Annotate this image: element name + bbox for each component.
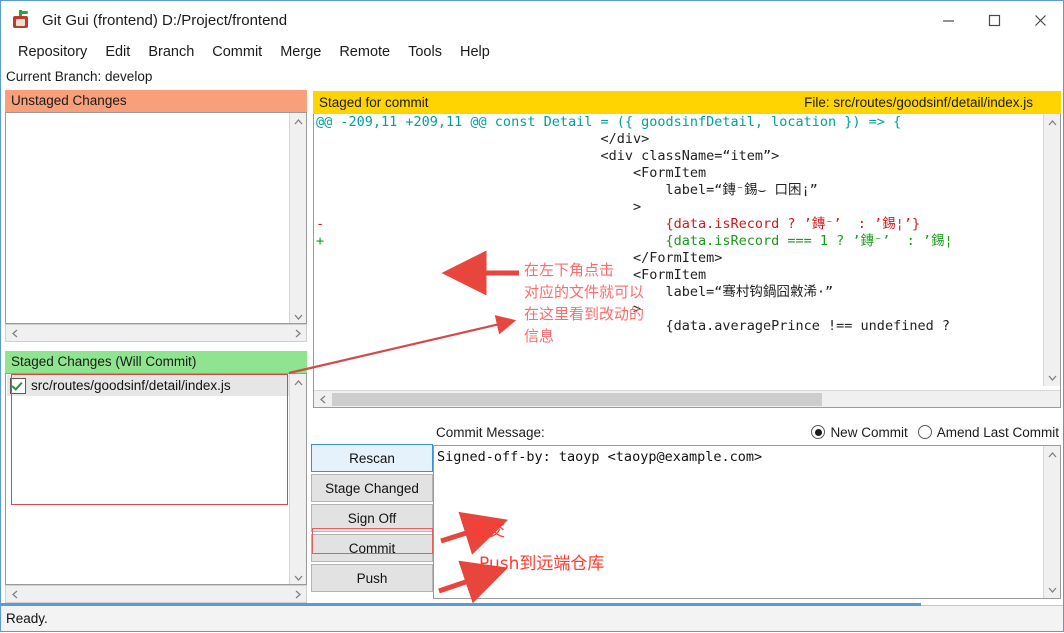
diff-text-area[interactable]: @@ -209,11 +209,11 @@ const Detail = ({ …	[314, 114, 1042, 386]
staged-vertical-scrollbar[interactable]	[289, 374, 306, 584]
diff-line: </div>	[316, 131, 650, 147]
scroll-up-icon[interactable]	[1044, 114, 1060, 131]
staged-file-name: src/routes/goodsinf/detail/index.js	[31, 378, 231, 393]
maximize-icon[interactable]	[971, 1, 1017, 39]
rescan-button[interactable]: Rescan	[311, 444, 433, 472]
unstaged-vertical-scrollbar[interactable]	[289, 113, 306, 323]
diff-status-label: Staged for commit	[319, 95, 429, 110]
scroll-right-icon[interactable]	[289, 325, 306, 342]
status-bar: Ready.	[1, 603, 1063, 631]
unstaged-changes-panel: Unstaged Changes	[5, 90, 307, 342]
current-branch-bar: Current Branch: develop	[6, 68, 153, 84]
menu-item-remote[interactable]: Remote	[330, 44, 399, 60]
diff-body[interactable]: @@ -209,11 +209,11 @@ const Detail = ({ …	[313, 114, 1061, 408]
menu-item-repository[interactable]: Repository	[9, 44, 96, 60]
diff-line: <FormItem	[316, 267, 707, 283]
radio-new-commit-label: New Commit	[830, 424, 908, 440]
commit-message-label: Commit Message:	[436, 424, 545, 440]
status-text: Ready.	[6, 611, 48, 626]
file-checkbox-icon[interactable]	[10, 377, 26, 394]
commit-message-input[interactable]: Signed-off-by: taoyp <taoyp@example.com>	[433, 445, 1061, 599]
diff-line: </FormItem>	[316, 250, 723, 266]
menu-item-help[interactable]: Help	[451, 44, 499, 60]
unstaged-horizontal-scrollbar[interactable]	[5, 324, 307, 342]
commit-message-area: Commit Message: New Commit Amend Last Co…	[433, 421, 1061, 599]
diff-line: <div className=“item”>	[316, 148, 780, 164]
status-progress-bar	[1, 603, 921, 606]
scroll-down-icon[interactable]	[290, 308, 306, 323]
menu-item-branch[interactable]: Branch	[139, 44, 203, 60]
git-gui-icon	[10, 9, 32, 31]
unstaged-changes-header: Unstaged Changes	[5, 90, 307, 112]
sign-off-button[interactable]: Sign Off	[311, 504, 433, 532]
diff-line: >	[316, 301, 642, 317]
radio-amend-last-commit-label: Amend Last Commit	[936, 424, 1059, 440]
scroll-down-icon[interactable]	[1044, 369, 1060, 386]
commit-mode-group: New Commit Amend Last Commit	[811, 425, 1061, 440]
window-controls	[925, 1, 1063, 39]
commit-button[interactable]: Commit	[311, 534, 433, 562]
staged-horizontal-scrollbar[interactable]	[5, 585, 307, 603]
diff-hscroll-thumb[interactable]	[332, 393, 822, 406]
menu-bar: Repository Edit Branch Commit Merge Remo…	[1, 39, 1063, 64]
radio-new-commit[interactable]: New Commit	[811, 424, 908, 440]
menu-item-tools[interactable]: Tools	[399, 44, 451, 60]
scroll-down-icon[interactable]	[1044, 581, 1060, 598]
stage-changed-button[interactable]: Stage Changed	[311, 474, 433, 502]
scroll-left-icon[interactable]	[6, 325, 23, 342]
diff-horizontal-scrollbar[interactable]	[314, 390, 1060, 407]
staged-changes-header: Staged Changes (Will Commit)	[5, 351, 307, 373]
close-icon[interactable]	[1017, 1, 1063, 39]
commit-message-value: Signed-off-by: taoyp <taoyp@example.com>	[437, 449, 763, 465]
radio-dot-icon	[811, 425, 826, 439]
diff-line: <FormItem	[316, 165, 707, 181]
scroll-down-icon[interactable]	[290, 569, 306, 584]
scroll-up-icon[interactable]	[290, 374, 306, 391]
scroll-left-icon[interactable]	[314, 391, 331, 407]
diff-line: @@ -209,11 +209,11 @@ const Detail = ({ …	[316, 114, 902, 130]
window-title: Git Gui (frontend) D:/Project/frontend	[42, 11, 288, 29]
scroll-up-icon[interactable]	[290, 113, 306, 130]
title-bar: Git Gui (frontend) D:/Project/frontend	[1, 1, 1063, 39]
diff-vertical-scrollbar[interactable]	[1043, 114, 1060, 386]
diff-line: label=“鏄⁻錫⌣ 口困¡”	[316, 182, 818, 198]
scroll-right-icon[interactable]	[289, 586, 306, 603]
menu-item-edit[interactable]: Edit	[96, 44, 139, 60]
minimize-icon[interactable]	[925, 1, 971, 39]
staged-file-list[interactable]: src/routes/goodsinf/detail/index.js	[5, 373, 307, 585]
diff-line: label=“骞村钩鍋囧敹浠·”	[316, 284, 834, 300]
diff-line: >	[316, 199, 642, 215]
menu-item-merge[interactable]: Merge	[271, 44, 330, 60]
radio-dot-icon	[917, 425, 932, 439]
diff-file-label: File: src/routes/goodsinf/detail/index.j…	[804, 95, 1033, 110]
radio-amend-last-commit[interactable]: Amend Last Commit	[917, 424, 1059, 440]
git-gui-window: Git Gui (frontend) D:/Project/frontend R…	[0, 0, 1064, 632]
scroll-left-icon[interactable]	[6, 586, 23, 603]
unstaged-file-list[interactable]	[5, 112, 307, 324]
push-button[interactable]: Push	[311, 564, 433, 592]
diff-panel: Staged for commit File: src/routes/goods…	[313, 91, 1061, 408]
diff-line: + {data.isRecord === 1 ? ’鏄⁻’ : ’錫¦	[316, 233, 953, 249]
list-item[interactable]: src/routes/goodsinf/detail/index.js	[7, 375, 290, 396]
diff-header: Staged for commit File: src/routes/goods…	[313, 91, 1061, 114]
menu-item-commit[interactable]: Commit	[203, 44, 271, 60]
scroll-up-icon[interactable]	[1044, 446, 1060, 463]
commit-vertical-scrollbar[interactable]	[1043, 446, 1060, 598]
diff-line: - {data.isRecord ? ’鏄⁻’ : ’錫¦’}	[316, 216, 921, 232]
commit-message-header: Commit Message: New Commit Amend Last Co…	[433, 421, 1061, 443]
action-buttons: Rescan Stage Changed Sign Off Commit Pus…	[311, 444, 433, 596]
diff-line: {data.averagePrince !== undefined ?	[316, 318, 950, 334]
staged-changes-panel: Staged Changes (Will Commit) src/routes/…	[5, 351, 307, 603]
